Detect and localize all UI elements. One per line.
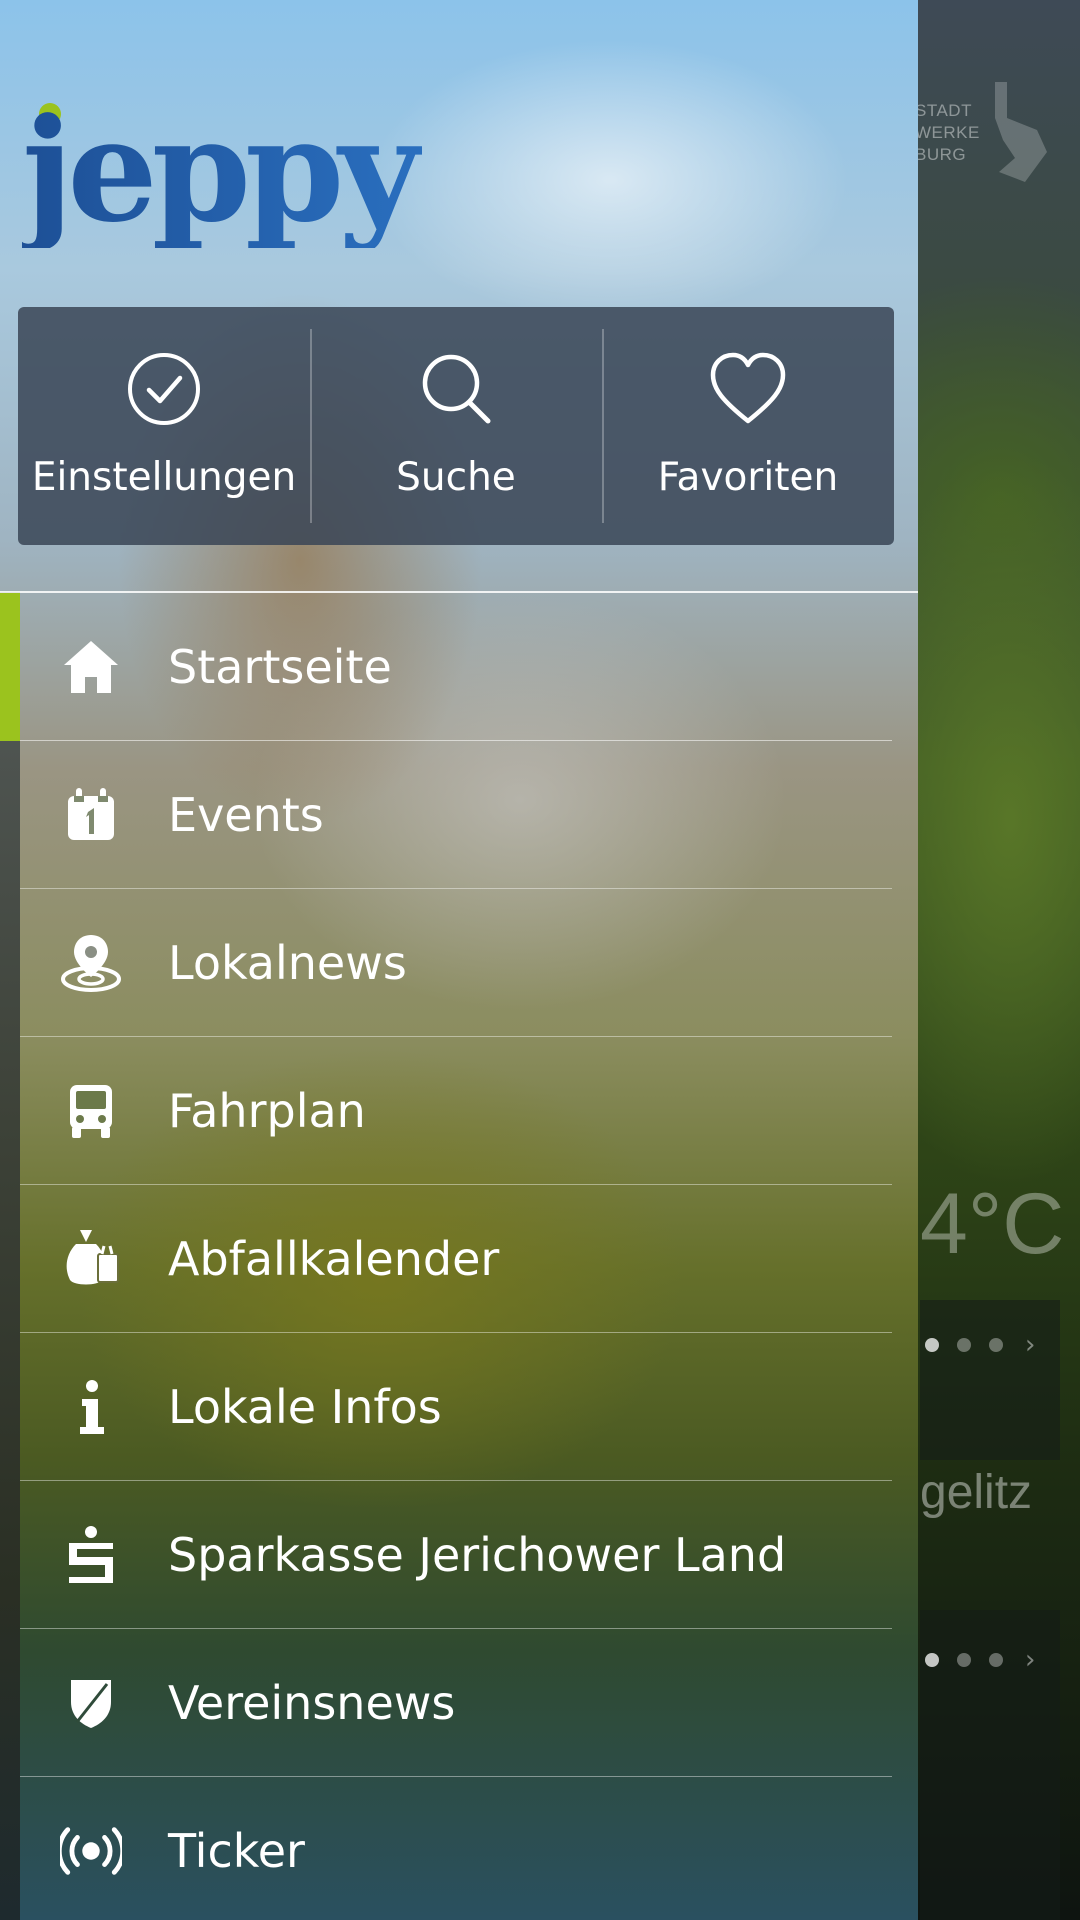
partner-logo-text: STADT WERKE BURG	[915, 101, 980, 164]
menu-item-ticker[interactable]: Ticker	[20, 1777, 892, 1920]
search-label: Suche	[396, 455, 516, 500]
menu-label: Events	[168, 787, 324, 842]
drawer-edge	[0, 592, 20, 1920]
jeppy-logo: jeppy	[22, 98, 422, 248]
quick-actions-bar: Einstellungen Suche Favoriten	[18, 307, 894, 545]
menu-label: Sparkasse Jerichower Land	[168, 1527, 787, 1582]
info-icon	[60, 1376, 122, 1438]
favorites-button[interactable]: Favoriten	[602, 307, 894, 545]
calendar-icon	[60, 784, 122, 846]
search-icon	[422, 354, 491, 424]
menu-item-fahrplan[interactable]: Fahrplan	[20, 1037, 892, 1185]
sparkasse-icon	[60, 1524, 122, 1586]
menu-label: Vereinsnews	[168, 1675, 456, 1730]
chevron-right-icon[interactable]: ›	[1025, 1330, 1035, 1360]
menu-label: Startseite	[168, 639, 392, 694]
navigation-drawer: jeppy Einstellungen Suche Favoriten Star…	[0, 0, 918, 1920]
trash-bag-icon	[60, 1228, 122, 1290]
settings-label: Einstellungen	[31, 455, 297, 500]
bus-icon	[60, 1080, 122, 1142]
location-pin-icon	[60, 932, 122, 994]
chevron-right-icon[interactable]: ›	[1025, 1645, 1035, 1675]
check-circle-icon	[128, 353, 200, 425]
menu-item-lokalnews[interactable]: Lokalnews	[20, 889, 892, 1037]
search-button[interactable]: Suche	[310, 307, 602, 545]
menu-item-abfallkalender[interactable]: Abfallkalender	[20, 1185, 892, 1333]
home-icon	[60, 636, 122, 698]
menu-item-lokale-infos[interactable]: Lokale Infos	[20, 1333, 892, 1481]
partner-logo-icon	[995, 82, 1047, 182]
menu-label: Fahrplan	[168, 1083, 366, 1138]
menu-label: Ticker	[168, 1823, 305, 1878]
menu-label: Abfallkalender	[168, 1231, 500, 1286]
menu-item-startseite[interactable]: Startseite	[0, 593, 892, 741]
favorites-label: Favoriten	[657, 455, 839, 500]
active-indicator	[0, 593, 20, 741]
town-name: gelitz	[920, 1466, 1033, 1519]
menu-label: Lokalnews	[168, 935, 407, 990]
menu-item-events[interactable]: Events	[20, 741, 892, 889]
weather-card	[920, 1300, 1060, 1460]
menu-label: Lokale Infos	[168, 1379, 442, 1434]
carousel-dots-2[interactable]: ›	[925, 1645, 1035, 1675]
temperature-readout: 4°C	[920, 1176, 1065, 1272]
heart-icon	[710, 352, 786, 424]
carousel-dots[interactable]: ›	[925, 1330, 1035, 1360]
shield-icon	[60, 1672, 122, 1734]
menu-list: Startseite Events Lokalnews Fahrplan Abf…	[0, 593, 892, 1920]
settings-button[interactable]: Einstellungen	[18, 307, 310, 545]
menu-item-vereinsnews[interactable]: Vereinsnews	[20, 1629, 892, 1777]
menu-item-sparkasse[interactable]: Sparkasse Jerichower Land	[20, 1481, 892, 1629]
broadcast-icon	[60, 1820, 122, 1882]
svg-text:jeppy: jeppy	[22, 98, 422, 248]
